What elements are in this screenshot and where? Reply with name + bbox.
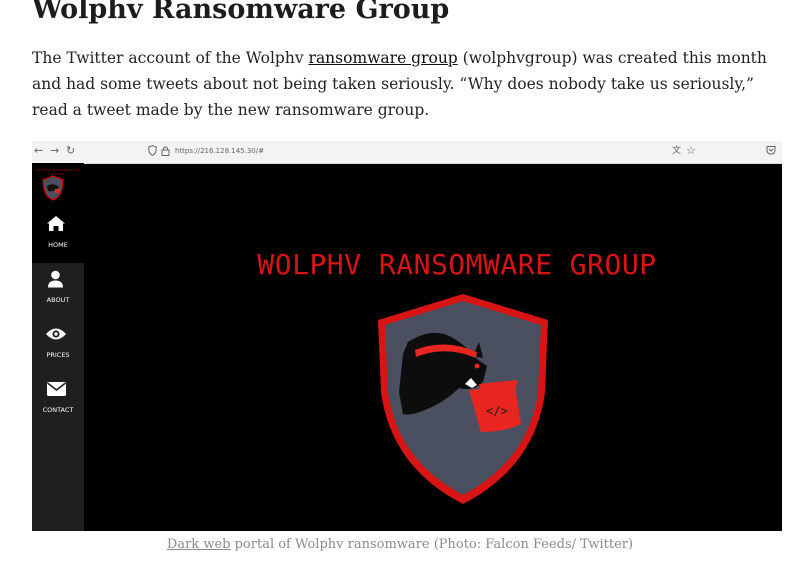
article-intro: The Twitter account of the Wolphv ransom… <box>32 45 782 123</box>
dark-web-link[interactable]: Dark web <box>167 537 231 552</box>
address-bar-url[interactable]: https://216.128.145.30/# <box>175 147 264 155</box>
wolf-eye-shape <box>474 363 480 369</box>
flag-code-text: </> <box>486 404 508 418</box>
star-icon[interactable]: ☆ <box>686 145 696 157</box>
intro-text-start: The Twitter account of the Wolphv <box>32 49 309 67</box>
nav-about-label: ABOUT <box>46 296 70 304</box>
nav-contact-label: CONTACT <box>42 406 74 414</box>
portal-screenshot: ← → ↻ https://216.128.145.30/# 文 ☆ WOLPH… <box>32 141 782 531</box>
back-arrow-icon[interactable]: ← <box>34 145 43 157</box>
ransomware-group-link[interactable]: ransomware group <box>309 49 458 67</box>
translate-icon[interactable]: 文 <box>672 145 681 157</box>
nav-prices-label: PRICES <box>46 351 70 359</box>
home-icon <box>47 216 65 231</box>
sidebar-logo-icon[interactable] <box>42 175 64 201</box>
pocket-icon[interactable] <box>766 145 776 158</box>
envelope-icon <box>47 382 66 396</box>
forward-arrow-icon[interactable]: → <box>50 145 59 157</box>
caption-rest: portal of Wolphv ransomware (Photo: Falc… <box>230 537 634 552</box>
article-heading: Wolphv Ransomware Group <box>32 0 450 25</box>
browser-toolbar: ← → ↻ https://216.128.145.30/# 文 ☆ <box>32 141 782 164</box>
shield-icon[interactable] <box>148 145 157 159</box>
wolf-shield-logo: </> <box>378 294 548 504</box>
image-caption: Dark web portal of Wolphv ransomware (Ph… <box>0 537 800 552</box>
portal-sidebar: WOLPHV RANSOMWARE GROUP HOME ABOUT PRICE… <box>32 163 84 531</box>
lock-icon[interactable] <box>161 145 170 159</box>
portal-banner-title: WOLPHV RANSOMWARE GROUP <box>257 248 657 281</box>
nav-home-label: HOME <box>48 241 68 249</box>
reload-icon[interactable]: ↻ <box>66 145 75 157</box>
eye-icon <box>46 328 66 340</box>
user-icon <box>48 270 63 288</box>
